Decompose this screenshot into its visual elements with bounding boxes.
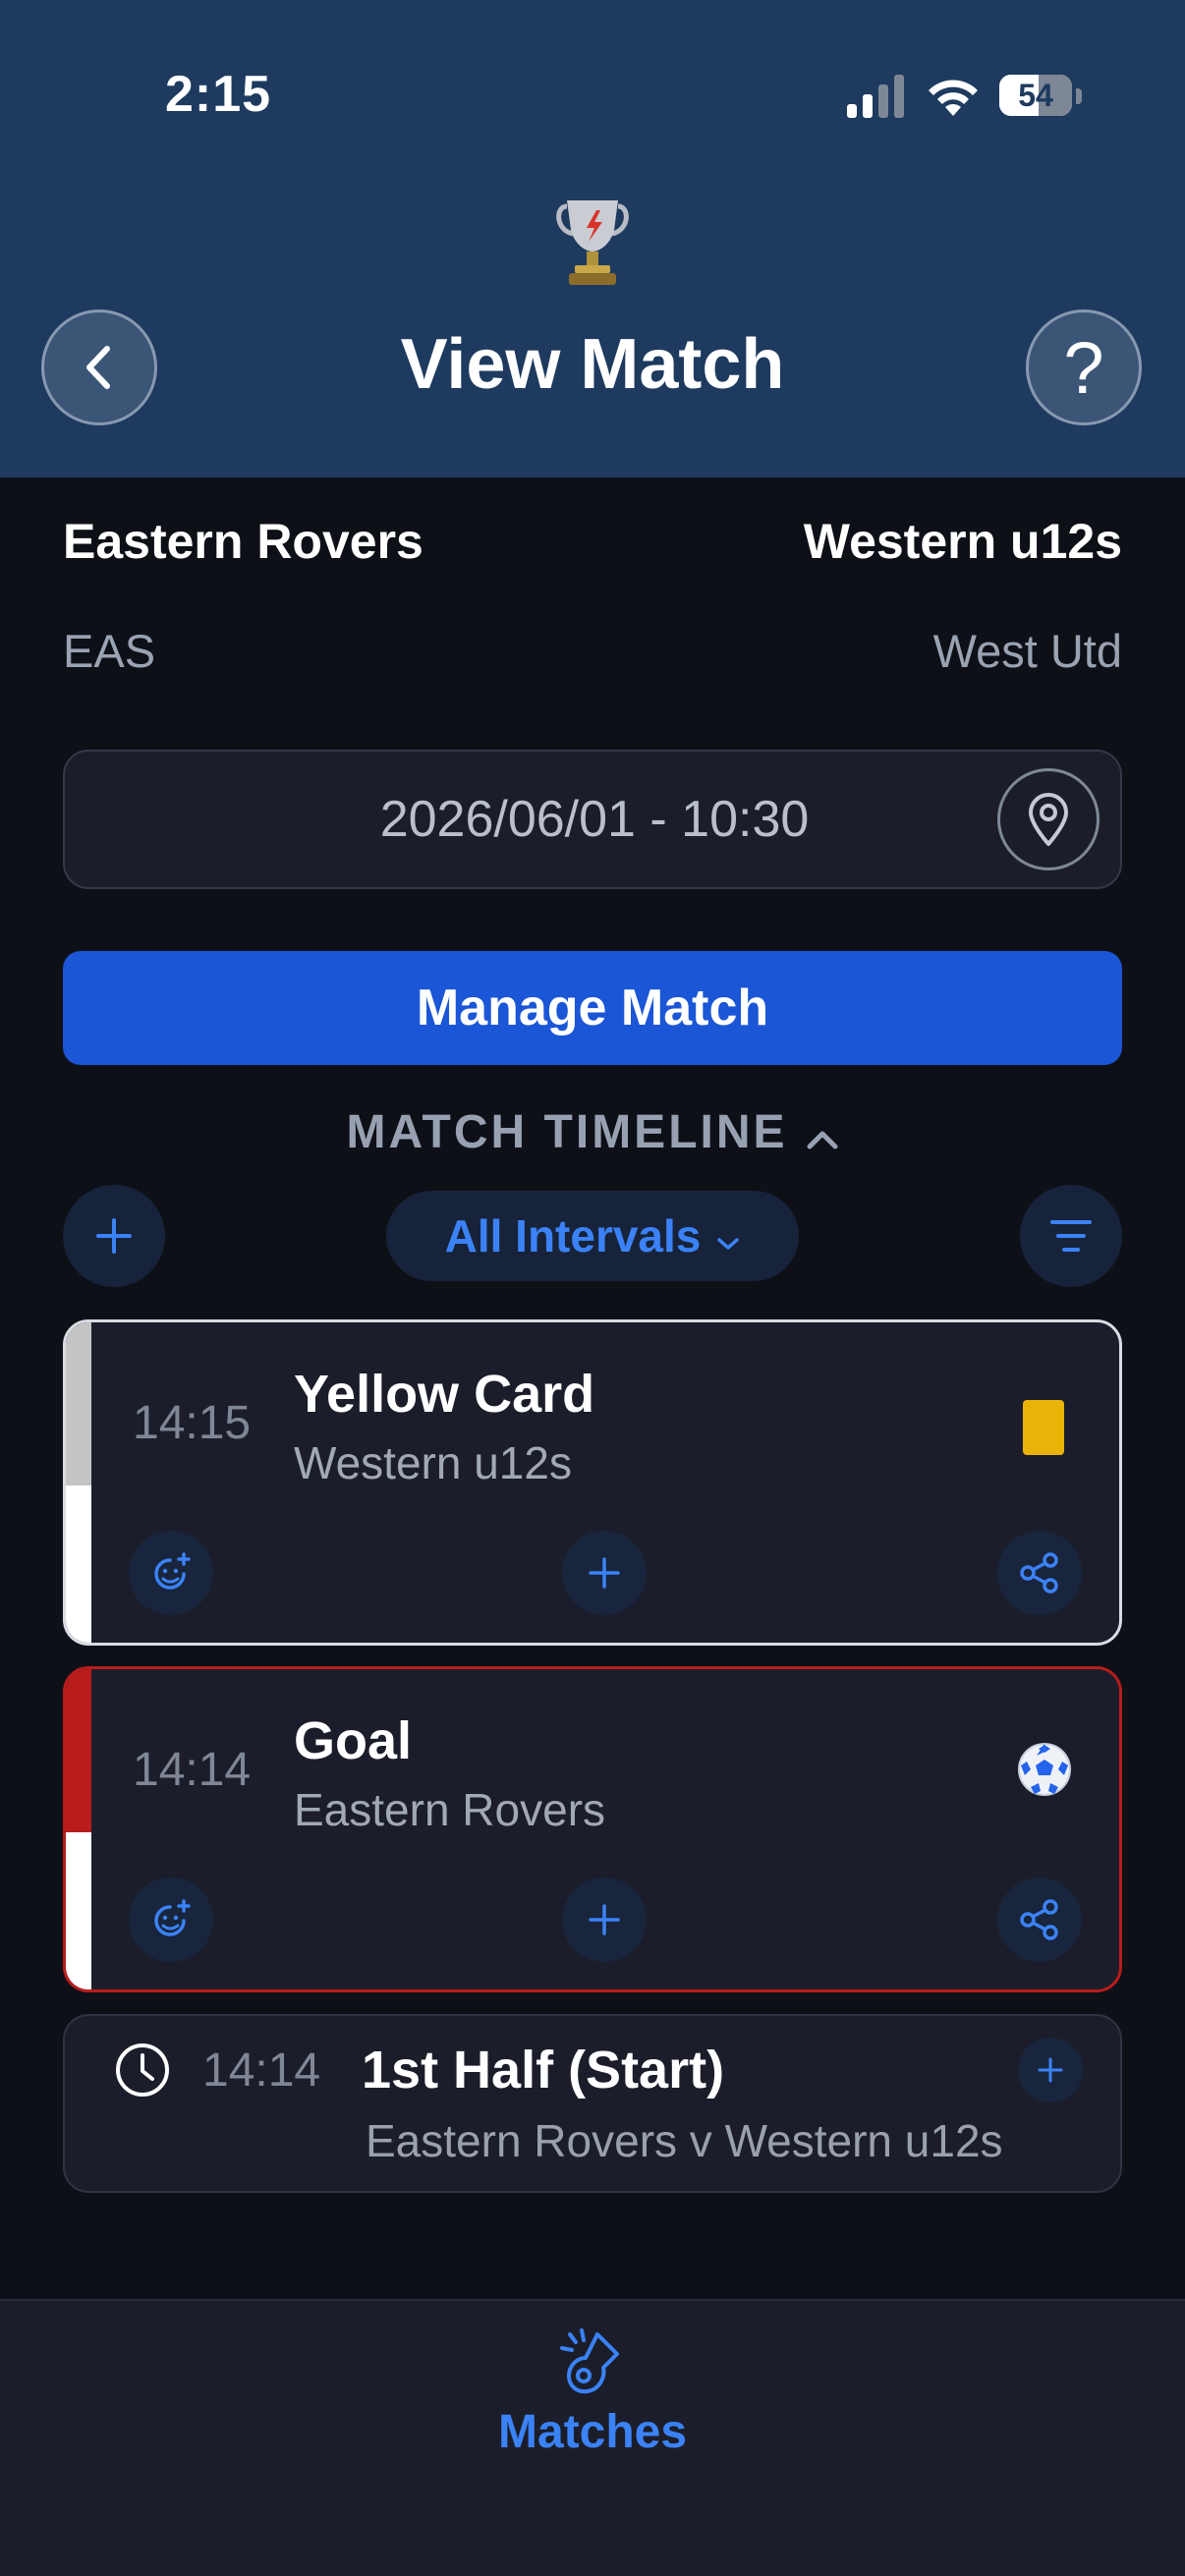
- whistle-icon: [560, 2328, 619, 2394]
- add-detail-button[interactable]: [562, 1877, 647, 1962]
- away-team-name: Western u12s: [803, 514, 1122, 569]
- home-team-short: EAS: [63, 625, 156, 677]
- period-event-row[interactable]: 14:14 1st Half (Start) Eastern Rovers v …: [63, 2014, 1122, 2193]
- event-time: 14:14: [133, 1744, 252, 1796]
- plus-icon: [589, 1904, 620, 1935]
- plus-icon: [96, 1218, 132, 1254]
- event-team-stripe: [66, 1669, 91, 1832]
- trophy-icon: [556, 200, 629, 285]
- battery-percent: 54: [1018, 78, 1053, 113]
- match-datetime: 2026/06/01 - 10:30: [379, 791, 810, 848]
- add-reaction-icon: [154, 1552, 191, 1590]
- status-time: 2:15: [165, 66, 272, 123]
- location-button[interactable]: [997, 768, 1100, 870]
- status-icons: 54: [847, 69, 1083, 124]
- soccer-ball-icon: [1018, 1743, 1071, 1796]
- share-icon: [1020, 1899, 1058, 1940]
- share-icon: [1020, 1552, 1058, 1594]
- tab-bar: Matches: [0, 2299, 1185, 2576]
- intervals-label: All Intervals: [444, 1210, 702, 1261]
- add-reaction-button[interactable]: [129, 1877, 213, 1962]
- header-bar: 2:15 54 View Match ?: [0, 0, 1185, 477]
- event-title: Yellow Card: [294, 1365, 595, 1424]
- add-detail-button[interactable]: [562, 1531, 647, 1615]
- page-title: View Match: [400, 325, 785, 404]
- location-pin-icon: [1029, 793, 1068, 846]
- add-reaction-button[interactable]: [129, 1531, 213, 1615]
- chevron-up-icon: [806, 1108, 839, 1162]
- tab-matches-label: Matches: [497, 2406, 688, 2458]
- event-time: 14:15: [133, 1397, 252, 1449]
- add-reaction-icon: [154, 1899, 191, 1936]
- cellular-signal-icon: [847, 75, 904, 118]
- chevron-down-icon: [716, 1209, 740, 1262]
- event-title: Goal: [294, 1711, 413, 1770]
- filter-button[interactable]: [1020, 1185, 1122, 1287]
- event-card-goal[interactable]: 14:14 Goal Eastern Rovers: [63, 1666, 1122, 1992]
- yellow-card-icon: [1023, 1400, 1064, 1455]
- home-team-name: Eastern Rovers: [63, 514, 423, 569]
- event-team-stripe-secondary: [66, 1485, 91, 1643]
- plus-icon: [589, 1557, 620, 1589]
- battery-icon: 54: [999, 75, 1072, 116]
- add-event-button[interactable]: [63, 1185, 165, 1287]
- event-team: Eastern Rovers: [294, 1784, 606, 1835]
- plus-icon: [1038, 2057, 1063, 2083]
- timeline-header-label: MATCH TIMELINE: [346, 1106, 788, 1158]
- event-team-stripe: [66, 1322, 91, 1485]
- wifi-icon: [929, 80, 978, 116]
- period-time: 14:14: [202, 2044, 321, 2097]
- period-subtitle: Eastern Rovers v Western u12s: [366, 2115, 1003, 2166]
- event-card-yellow-card[interactable]: 14:15 Yellow Card Western u12s: [63, 1319, 1122, 1646]
- help-button[interactable]: ?: [1026, 309, 1142, 425]
- battery-nub: [1076, 88, 1082, 104]
- event-team: Western u12s: [294, 1437, 572, 1488]
- intervals-dropdown[interactable]: All Intervals: [386, 1191, 799, 1281]
- period-title: 1st Half (Start): [362, 2041, 725, 2100]
- manage-match-button[interactable]: Manage Match: [63, 951, 1122, 1065]
- event-team-stripe-secondary: [66, 1832, 91, 1989]
- share-button[interactable]: [997, 1531, 1082, 1615]
- period-add-button[interactable]: [1018, 2038, 1083, 2102]
- away-team-short: West Utd: [932, 625, 1122, 677]
- match-datetime-box: 2026/06/01 - 10:30: [63, 750, 1122, 889]
- timeline-toggle[interactable]: MATCH TIMELINE: [0, 1105, 1185, 1162]
- clock-icon: [116, 2044, 169, 2097]
- filter-lines-icon: [1050, 1220, 1092, 1252]
- share-button[interactable]: [997, 1877, 1082, 1962]
